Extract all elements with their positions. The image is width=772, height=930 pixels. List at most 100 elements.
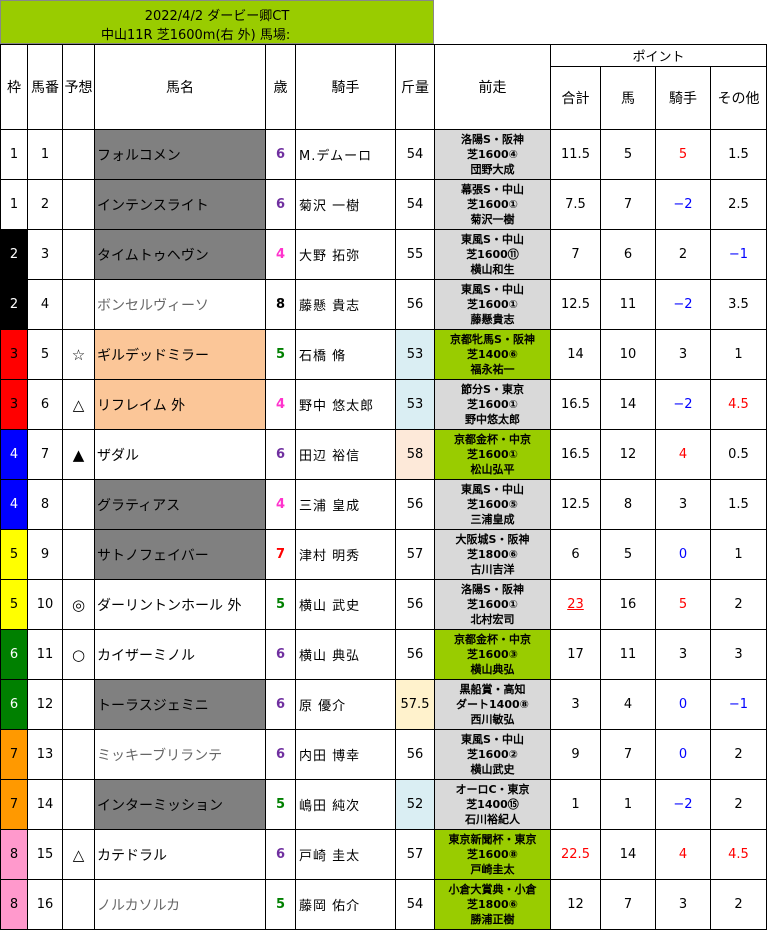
mark-cell	[62, 879, 95, 930]
umaban-cell: 10	[27, 579, 63, 630]
race-header: 2022/4/2 ダービー卿CT 中山11R 芝1600m(右 外) 馬場:	[0, 0, 434, 44]
age-cell: 4	[265, 229, 296, 280]
other-points-cell: −1	[710, 229, 767, 280]
jockey-cell: 藤岡 佑介	[295, 879, 396, 930]
age-cell: 6	[265, 679, 296, 730]
race-course-info: 中山11R 芝1600m(右 外) 馬場:	[101, 28, 291, 43]
horse-name-cell: インターミッション	[94, 779, 266, 830]
horse-points-cell: 11	[600, 629, 656, 680]
age-cell: 5	[265, 579, 296, 630]
jockey-cell: 石橋 脩	[295, 329, 396, 380]
other-points-cell: 2.5	[710, 179, 767, 230]
weight-cell: 55	[395, 229, 435, 280]
table-row: 6 11 ○ カイザーミノル 6 横山 典弘 56 京都金杯・中京 芝1600③ 横山典弘 17 11…	[0, 629, 767, 680]
horse-name-cell: ボンセルヴィーソ	[94, 279, 266, 330]
prev-race-line: 東風S・中山	[461, 283, 524, 296]
waku-cell: 4	[0, 479, 28, 530]
horse-points-cell: 10	[600, 329, 656, 380]
waku-cell: 8	[0, 879, 28, 930]
umaban-cell: 7	[27, 429, 63, 480]
total-points-cell: 7	[550, 229, 601, 280]
jockey-cell: 菊沢 一樹	[295, 179, 396, 230]
prev-race-line: 菊沢一樹	[470, 213, 515, 226]
other-points-cell: 2	[710, 729, 767, 780]
horse-name-cell: ダーリントンホール 外	[94, 579, 266, 630]
prev-race-line: 京都金杯・中京	[454, 433, 531, 446]
prev-race-line: 藤懸貴志	[470, 313, 515, 326]
age-cell: 7	[265, 529, 296, 580]
prev-race-line: 芝1600①	[467, 598, 518, 611]
horse-points-cell: 7	[600, 729, 656, 780]
other-points-cell: 1	[710, 529, 767, 580]
other-points-cell: 3	[710, 629, 767, 680]
other-points-cell: 2	[710, 779, 767, 830]
table-row: 4 7 ▲ ザダル 6 田辺 裕信 58 京都金杯・中京 芝1600① 松山弘平 16.5 12 4 0.…	[0, 429, 767, 480]
umaban-cell: 2	[27, 179, 63, 230]
other-points-cell: 4.5	[710, 379, 767, 430]
col-kishu: 騎手	[655, 66, 711, 130]
weight-cell: 53	[395, 329, 435, 380]
age-cell: 4	[265, 479, 296, 530]
table-row: 3 5 ☆ ギルデッドミラー 5 石橋 脩 53 京都牝馬S・阪神 芝1400⑥ 福永祐一 14 10…	[0, 329, 767, 380]
prev-race-line: 横山典弘	[470, 663, 515, 676]
prev-race-cell: 東風S・中山 芝1600⑤ 三浦皇成	[434, 479, 551, 530]
prev-race-cell: 東風S・中山 芝1600① 藤懸貴志	[434, 279, 551, 330]
table-row: 8 16 ノルカソルカ 5 藤岡 佑介 54 小倉大賞典・小倉 芝1800⑥ 勝浦正樹 12 7 3 2	[0, 879, 767, 930]
prev-race-line: 芝1800⑥	[467, 548, 518, 561]
prev-race-line: 芝1600①	[467, 398, 518, 411]
horse-points-cell: 7	[600, 879, 656, 930]
age-cell: 4	[265, 379, 296, 430]
col-umaban: 馬番	[27, 44, 63, 130]
col-weight: 斤量	[395, 44, 435, 130]
col-horse: 馬名	[94, 44, 266, 130]
jockey-cell: 三浦 皇成	[295, 479, 396, 530]
mark-cell: ▲	[62, 429, 95, 480]
umaban-cell: 4	[27, 279, 63, 330]
other-points-cell: 1	[710, 329, 767, 380]
col-prev: 前走	[434, 44, 551, 130]
prev-race-line: 芝1400⑥	[467, 348, 518, 361]
mark-cell	[62, 279, 95, 330]
prev-race-line: 節分S・東京	[461, 383, 524, 396]
jockey-cell: 横山 典弘	[295, 629, 396, 680]
weight-cell: 53	[395, 379, 435, 430]
mark-cell	[62, 779, 95, 830]
prev-race-line: 芝1600⑪	[466, 248, 519, 261]
jockey-points-cell: 3	[655, 479, 711, 530]
weight-cell: 54	[395, 879, 435, 930]
mark-cell: △	[62, 829, 95, 880]
total-points-cell: 12.5	[550, 279, 601, 330]
prev-race-line: 東風S・中山	[461, 483, 524, 496]
prev-race-line: 団野大成	[470, 163, 515, 176]
jockey-cell: 嶋田 純次	[295, 779, 396, 830]
jockey-points-cell: −2	[655, 779, 711, 830]
prev-race-cell: 黒船賞・高知 ダート1400⑧ 西川敏弘	[434, 679, 551, 730]
prev-race-line: 京都金杯・中京	[454, 633, 531, 646]
mark-cell	[62, 679, 95, 730]
weight-cell: 57.5	[395, 679, 435, 730]
prev-race-line: 横山武史	[470, 763, 515, 776]
other-points-cell: 1.5	[710, 479, 767, 530]
waku-cell: 3	[0, 329, 28, 380]
age-cell: 6	[265, 429, 296, 480]
horse-name-cell: ノルカソルカ	[94, 879, 266, 930]
jockey-cell: 横山 武史	[295, 579, 396, 630]
col-other: その他	[710, 66, 767, 130]
waku-cell: 4	[0, 429, 28, 480]
other-points-cell: −1	[710, 679, 767, 730]
horse-name-cell: サトノフェイバー	[94, 529, 266, 580]
prev-race-cell: 大阪城S・阪神 芝1800⑥ 古川吉洋	[434, 529, 551, 580]
waku-cell: 7	[0, 779, 28, 830]
other-points-cell: 1.5	[710, 129, 767, 180]
prev-race-line: 芝1800⑥	[467, 898, 518, 911]
prev-race-line: 東風S・中山	[461, 233, 524, 246]
horse-points-cell: 4	[600, 679, 656, 730]
jockey-cell: 野中 悠太郎	[295, 379, 396, 430]
total-points-cell: 7.5	[550, 179, 601, 230]
table-row: 7 14 インターミッション 5 嶋田 純次 52 オーロC・東京 芝1400⑮ 石川裕紀人 1 1…	[0, 779, 767, 830]
prev-race-line: 大阪城S・阪神	[455, 533, 530, 546]
waku-cell: 2	[0, 229, 28, 280]
prev-race-line: 松山弘平	[470, 463, 515, 476]
race-date-title: 2022/4/2 ダービー卿CT	[144, 9, 290, 24]
prev-race-line: 三浦皇成	[470, 513, 515, 526]
